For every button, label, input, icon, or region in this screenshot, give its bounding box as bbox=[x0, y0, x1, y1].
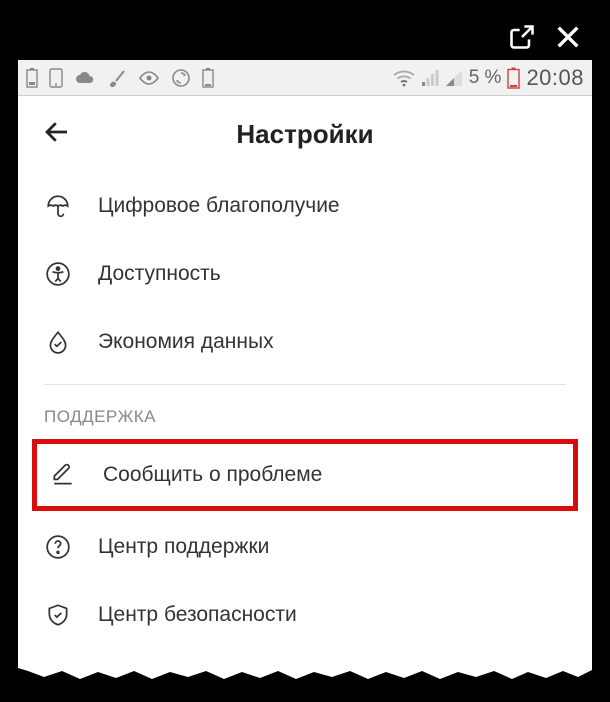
cloud-icon bbox=[74, 70, 96, 86]
status-left bbox=[26, 68, 214, 88]
battery-low-icon bbox=[202, 68, 214, 88]
umbrella-icon bbox=[44, 193, 72, 219]
settings-item-accessibility[interactable]: Доступность bbox=[18, 240, 592, 308]
signal-2-icon bbox=[445, 69, 463, 87]
help-icon bbox=[44, 534, 72, 560]
shield-icon bbox=[44, 602, 72, 628]
frame-controls bbox=[18, 18, 592, 60]
phone-screen: 5 % 20:08 Настройки bbox=[18, 60, 592, 682]
torn-edge bbox=[18, 668, 592, 682]
settings-item-label: Экономия данных bbox=[98, 330, 274, 354]
eye-icon bbox=[138, 70, 160, 86]
droplet-icon bbox=[44, 329, 72, 355]
settings-list: Цифровое благополучие Доступность bbox=[18, 172, 592, 649]
settings-item-label: Центр поддержки bbox=[98, 535, 269, 559]
settings-item-label: Доступность bbox=[98, 262, 221, 286]
phone-outline-icon bbox=[49, 68, 63, 88]
signal-1-icon bbox=[421, 69, 439, 87]
edit-icon bbox=[49, 462, 77, 488]
battery-critical-icon bbox=[507, 67, 520, 89]
app-header: Настройки bbox=[18, 96, 592, 172]
highlight-report-problem: Сообщить о проблеме bbox=[32, 439, 578, 511]
sync-icon bbox=[171, 68, 191, 88]
back-button[interactable] bbox=[42, 117, 72, 152]
brush-icon bbox=[107, 68, 127, 88]
open-external-icon[interactable] bbox=[508, 23, 536, 56]
settings-item-label: Центр безопасности bbox=[98, 603, 297, 627]
accessibility-icon bbox=[44, 261, 72, 287]
wifi-icon bbox=[393, 69, 415, 87]
settings-item-label: Цифровое благополучие bbox=[98, 194, 340, 218]
status-right: 5 % 20:08 bbox=[393, 65, 584, 91]
clock: 20:08 bbox=[526, 65, 584, 91]
settings-item-safety-center[interactable]: Центр безопасности bbox=[18, 581, 592, 649]
settings-item-help-center[interactable]: Центр поддержки bbox=[18, 513, 592, 581]
page-title: Настройки bbox=[38, 119, 572, 150]
settings-item-report-problem[interactable]: Сообщить о проблеме bbox=[37, 444, 334, 506]
device-frame: 5 % 20:08 Настройки bbox=[0, 0, 610, 702]
battery-small-icon bbox=[26, 68, 38, 88]
battery-percent: 5 % bbox=[469, 67, 502, 89]
status-bar: 5 % 20:08 bbox=[18, 60, 592, 96]
settings-item-digital-wellbeing[interactable]: Цифровое благополучие bbox=[18, 172, 592, 240]
settings-item-data-saver[interactable]: Экономия данных bbox=[18, 308, 592, 376]
settings-item-label: Сообщить о проблеме bbox=[103, 463, 322, 487]
close-icon[interactable] bbox=[552, 21, 584, 58]
section-header-support: ПОДДЕРЖКА bbox=[18, 385, 592, 437]
